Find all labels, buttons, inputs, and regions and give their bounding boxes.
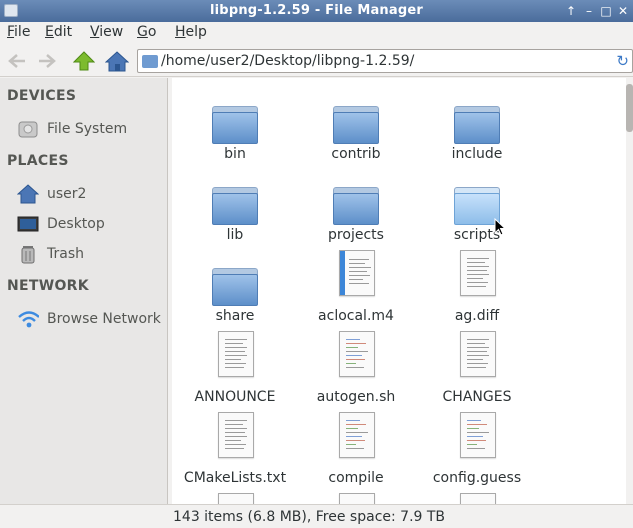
folder-icon — [142, 55, 158, 68]
file-item-partial[interactable] — [422, 493, 532, 504]
home-button[interactable] — [104, 49, 130, 73]
file-item-partial[interactable] — [180, 493, 290, 504]
home-icon — [105, 51, 129, 72]
window-up-icon[interactable]: ↑ — [563, 3, 579, 19]
section-places: PLACES — [7, 153, 69, 169]
script-file-icon — [339, 331, 375, 377]
scrollbar[interactable] — [626, 78, 633, 504]
location-bar[interactable]: /home/user2/Desktop/libpng-1.2.59/ ↻ — [137, 49, 633, 73]
folder-icon — [333, 187, 379, 225]
forward-button[interactable] — [34, 49, 60, 73]
file-item-changes[interactable]: CHANGES — [422, 331, 532, 405]
folder-icon — [333, 106, 379, 144]
back-arrow-icon — [8, 54, 25, 68]
folder-icon — [454, 106, 500, 144]
desktop-icon — [17, 214, 39, 234]
harddisk-icon — [17, 119, 39, 139]
file-item-cmakelists-txt[interactable]: CMakeLists.txt — [180, 412, 290, 486]
text-file-icon — [460, 331, 496, 377]
forward-arrow-icon — [39, 54, 56, 68]
section-network: NETWORK — [7, 278, 89, 294]
text-file-icon — [339, 493, 375, 504]
menu-view[interactable]: View — [90, 24, 123, 40]
menu-help[interactable]: Help — [175, 24, 207, 40]
menu-bar: File Edit View Go Help — [0, 22, 633, 44]
file-item-announce[interactable]: ANNOUNCE — [180, 331, 290, 405]
text-file-icon — [460, 250, 496, 296]
menu-file[interactable]: File — [7, 24, 30, 40]
status-text: 143 items (6.8 MB), Free space: 7.9 TB — [173, 509, 446, 525]
toolbar: /home/user2/Desktop/libpng-1.2.59/ ↻ — [0, 45, 633, 77]
file-item-config-guess[interactable]: config.guess — [422, 412, 532, 486]
reload-icon[interactable]: ↻ — [616, 52, 629, 70]
m4-file-icon — [339, 250, 375, 296]
file-item-share[interactable]: share — [180, 258, 290, 324]
file-item-lib[interactable]: lib — [180, 177, 290, 243]
script-file-icon — [339, 412, 375, 458]
menu-edit[interactable]: Edit — [45, 24, 72, 40]
sidebar: DEVICES File System PLACES user2 Desktop… — [0, 78, 168, 504]
window-title: libpng-1.2.59 - File Manager — [210, 3, 423, 18]
file-item-aclocal-m4[interactable]: aclocal.m4 — [301, 250, 411, 324]
home-icon — [17, 184, 39, 204]
trash-icon — [17, 244, 39, 264]
script-file-icon — [460, 412, 496, 458]
text-file-icon — [218, 412, 254, 458]
file-item-bin[interactable]: bin — [180, 96, 290, 162]
back-button[interactable] — [4, 49, 30, 73]
sidebar-item-desktop[interactable]: Desktop — [17, 212, 105, 236]
file-item-projects[interactable]: projects — [301, 177, 411, 243]
maximize-button[interactable]: □ — [598, 3, 614, 19]
sidebar-item-browse-network[interactable]: Browse Network — [17, 307, 161, 331]
sidebar-item-trash[interactable]: Trash — [17, 242, 84, 266]
file-item-compile[interactable]: compile — [301, 412, 411, 486]
file-item-partial[interactable] — [301, 493, 411, 504]
file-item-contrib[interactable]: contrib — [301, 96, 411, 162]
sidebar-item-user2[interactable]: user2 — [17, 182, 86, 206]
folder-icon — [212, 268, 258, 306]
file-view: bin contrib include lib projects scripts… — [172, 78, 626, 504]
text-file-icon — [218, 493, 254, 504]
scrollbar-thumb[interactable] — [626, 84, 633, 132]
minimize-button[interactable]: – — [581, 3, 597, 19]
file-item-include[interactable]: include — [422, 96, 532, 162]
mouse-cursor-icon — [494, 218, 506, 236]
sidebar-item-file-system[interactable]: File System — [17, 117, 127, 141]
text-file-icon — [460, 493, 496, 504]
text-file-icon — [218, 331, 254, 377]
wifi-icon — [17, 309, 39, 329]
up-button[interactable] — [71, 49, 97, 73]
section-devices: DEVICES — [7, 88, 77, 104]
file-item-scripts[interactable]: scripts — [422, 177, 532, 243]
file-item-ag-diff[interactable]: ag.diff — [422, 250, 532, 324]
location-path[interactable]: /home/user2/Desktop/libpng-1.2.59/ — [161, 53, 414, 69]
up-arrow-icon — [73, 51, 95, 71]
folder-icon — [212, 106, 258, 144]
menu-go[interactable]: Go — [137, 24, 156, 40]
title-bar: libpng-1.2.59 - File Manager ↑ – □ ✕ — [0, 0, 633, 22]
folder-icon — [212, 187, 258, 225]
close-button[interactable]: ✕ — [615, 3, 631, 19]
file-item-autogen-sh[interactable]: autogen.sh — [301, 331, 411, 405]
status-bar: 143 items (6.8 MB), Free space: 7.9 TB — [0, 504, 633, 528]
